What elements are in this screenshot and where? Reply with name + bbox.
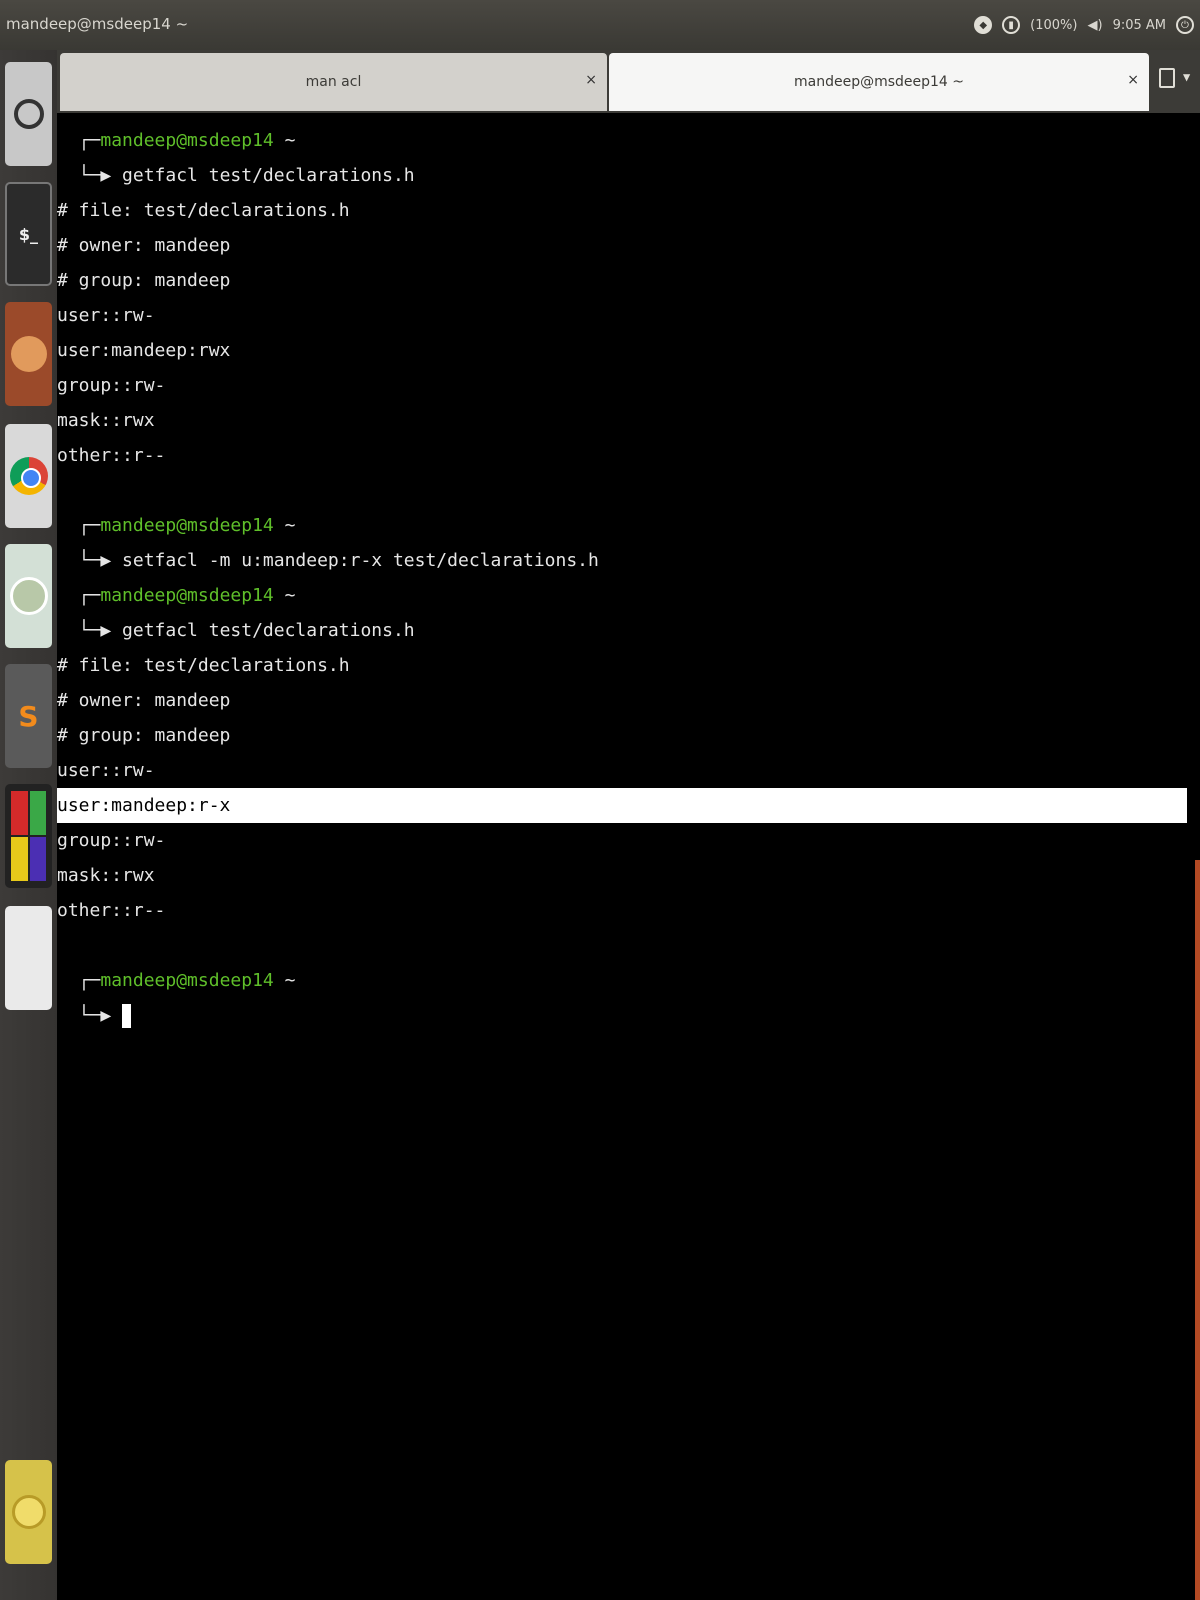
tab-bar: man acl × mandeep@msdeep14 ~ × ▼ <box>57 50 1200 113</box>
tab-man-acl[interactable]: man acl × <box>60 53 607 111</box>
prompt-arrow: └─▶ <box>57 550 123 571</box>
output-text: group::rw- <box>57 830 166 851</box>
power-icon[interactable]: ⏻ <box>1176 16 1194 34</box>
prompt-dir: ~ <box>273 970 296 991</box>
command-text: getfacl test/declarations.h <box>122 620 415 641</box>
prompt-line: ┌─mandeep@msdeep14 ~ <box>57 123 1187 158</box>
output-text: other::r-- <box>57 445 166 466</box>
output-line: mask::rwx <box>57 858 1187 893</box>
volume-icon[interactable]: ◀) <box>1087 18 1102 33</box>
window-edge <box>1195 860 1200 1600</box>
prompt-arrow: └─▶ <box>57 165 123 186</box>
terminal-output[interactable]: ┌─mandeep@msdeep14 ~ └─▶ getfacl test/de… <box>57 113 1200 1600</box>
prompt-branch: ┌─ <box>57 970 101 991</box>
prompt-user: mandeep@msdeep14 <box>100 585 274 606</box>
highlighted-output-line: user:mandeep:r-x <box>57 788 1187 823</box>
output-text: user:mandeep:rwx <box>57 340 231 361</box>
output-text: mask::rwx <box>57 865 155 886</box>
command-line: └─▶ <box>57 998 1187 1033</box>
close-icon[interactable]: × <box>1127 72 1139 88</box>
output-text: mask::rwx <box>57 410 155 431</box>
tab-terminal-active[interactable]: mandeep@msdeep14 ~ × <box>609 53 1149 111</box>
output-line: # owner: mandeep <box>57 683 1187 718</box>
prompt-user: mandeep@msdeep14 <box>100 515 274 536</box>
close-icon[interactable]: × <box>585 72 597 88</box>
output-text: # group: mandeep <box>57 270 231 291</box>
command-line: └─▶ setfacl -m u:mandeep:r-x test/declar… <box>57 543 1187 578</box>
output-line: group::rw- <box>57 368 1187 403</box>
files-icon[interactable] <box>5 302 52 406</box>
command-line: └─▶ getfacl test/declarations.h <box>57 613 1187 648</box>
output-text: other::r-- <box>57 900 166 921</box>
output-line: user::rw- <box>57 753 1187 788</box>
output-line: # group: mandeep <box>57 718 1187 753</box>
dash-icon[interactable] <box>5 62 52 166</box>
output-text: # owner: mandeep <box>57 235 231 256</box>
prompt-branch: ┌─ <box>57 130 101 151</box>
output-text: group::rw- <box>57 375 166 396</box>
output-text: # file: test/declarations.h <box>57 200 350 221</box>
output-line: # file: test/declarations.h <box>57 193 1187 228</box>
new-tab-icon[interactable] <box>1159 68 1175 88</box>
tab-label: mandeep@msdeep14 ~ <box>793 74 965 90</box>
apps-icon[interactable] <box>5 784 52 888</box>
prompt-dir: ~ <box>273 515 296 536</box>
output-text: user:mandeep:r-x <box>57 795 231 816</box>
prompt-line: ┌─mandeep@msdeep14 ~ <box>57 508 1187 543</box>
prompt-dir: ~ <box>273 585 296 606</box>
settings-icon[interactable] <box>5 544 52 648</box>
command-line: └─▶ getfacl test/declarations.h <box>57 158 1187 193</box>
window-title: mandeep@msdeep14 ~ <box>6 15 189 33</box>
battery-icon[interactable]: ▮ <box>1002 16 1021 34</box>
text-cursor <box>122 1004 132 1028</box>
prompt-branch: ┌─ <box>57 585 101 606</box>
prompt-branch: ┌─ <box>57 515 101 536</box>
output-line: # group: mandeep <box>57 263 1187 298</box>
tab-label: man acl <box>305 74 362 90</box>
output-text: # file: test/declarations.h <box>57 655 350 676</box>
text-editor-icon[interactable] <box>5 906 52 1010</box>
prompt-line: ┌─mandeep@msdeep14 ~ <box>57 578 1187 613</box>
battery-percentage[interactable]: (100%) <box>1030 18 1077 33</box>
output-line: group::rw- <box>57 823 1187 858</box>
output-line: # file: test/declarations.h <box>57 648 1187 683</box>
output-line: other::r-- <box>57 893 1187 928</box>
prompt-user: mandeep@msdeep14 <box>100 130 274 151</box>
desktop: mandeep@msdeep14 ~ ◆ ▮ (100%) ◀) 9:05 AM… <box>0 0 1200 1600</box>
output-text: user::rw- <box>57 760 155 781</box>
command-text: setfacl -m u:mandeep:r-x test/declaratio… <box>122 550 599 571</box>
prompt-arrow: └─▶ <box>57 1005 123 1026</box>
prompt-arrow: └─▶ <box>57 620 123 641</box>
top-panel: mandeep@msdeep14 ~ ◆ ▮ (100%) ◀) 9:05 AM… <box>0 0 1200 50</box>
output-line: user:mandeep:rwx <box>57 333 1187 368</box>
output-line: # owner: mandeep <box>57 228 1187 263</box>
prompt-dir: ~ <box>273 130 296 151</box>
output-line: user::rw- <box>57 298 1187 333</box>
sublime-text-icon[interactable]: S <box>5 664 52 768</box>
clock[interactable]: 9:05 AM <box>1113 18 1166 33</box>
launcher: $_ S <box>0 50 58 1600</box>
output-text: # group: mandeep <box>57 725 231 746</box>
network-icon[interactable]: ◆ <box>974 16 993 34</box>
indicator-area: ◆ ▮ (100%) ◀) 9:05 AM ⏻ <box>974 8 1194 42</box>
prompt-user: mandeep@msdeep14 <box>100 970 274 991</box>
output-text: user::rw- <box>57 305 155 326</box>
prompt-line: ┌─mandeep@msdeep14 ~ <box>57 963 1187 998</box>
terminal-icon[interactable]: $_ <box>5 182 52 286</box>
output-line: other::r-- <box>57 438 1187 473</box>
trash-icon[interactable] <box>5 1460 52 1564</box>
output-line: mask::rwx <box>57 403 1187 438</box>
command-text: getfacl test/declarations.h <box>122 165 415 186</box>
output-text: # owner: mandeep <box>57 690 231 711</box>
chrome-icon[interactable] <box>5 424 52 528</box>
chevron-down-icon[interactable]: ▼ <box>1183 70 1190 84</box>
